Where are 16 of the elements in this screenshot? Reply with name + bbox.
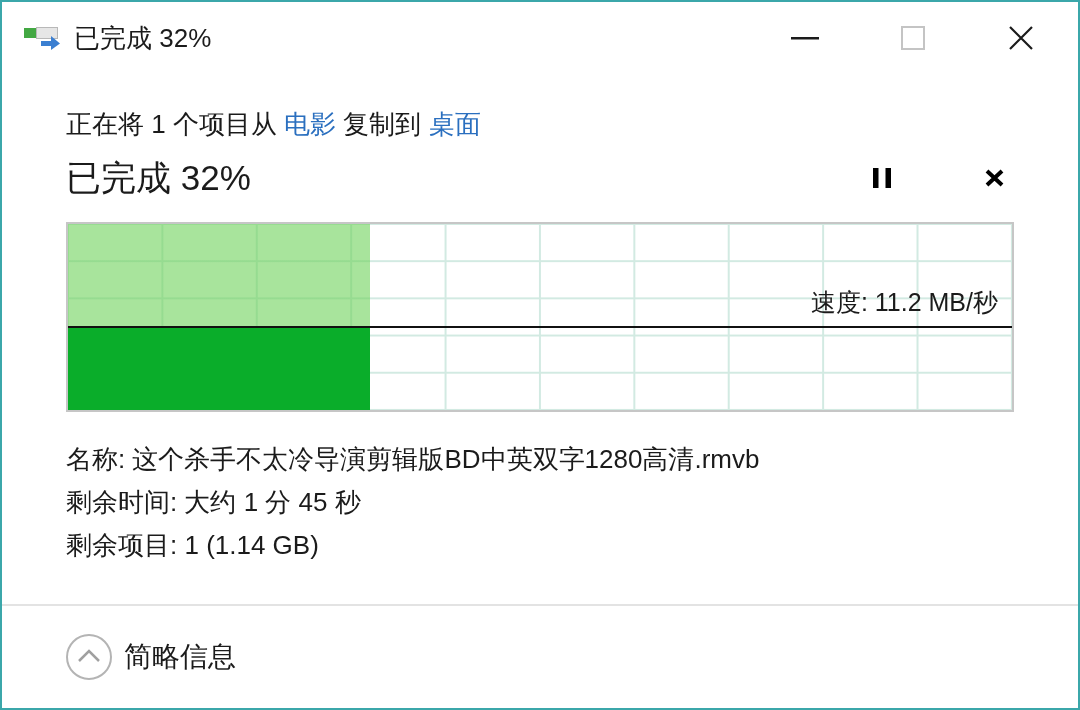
- pause-icon: [873, 168, 891, 188]
- maximize-icon: [901, 26, 925, 50]
- close-icon: [1009, 26, 1033, 50]
- speed-label: 速度: 11.2 MB/秒: [810, 287, 998, 318]
- transfer-icon: [24, 26, 60, 50]
- detail-text: 名称: 这个杀手不太冷导演剪辑版BD中英双字1280高清.rmvb: [66, 443, 761, 476]
- progress-heading: 已完成 32%: [66, 157, 252, 199]
- detail-text: 剩余时间: 大约 1 分 45 秒: [66, 486, 362, 519]
- window-title: 已完成 32%: [74, 22, 213, 55]
- close-icon: [984, 169, 1004, 187]
- minimize-icon: [791, 36, 819, 40]
- copy-description: 正在将 1 个项目从 电影 复制到 桌面: [66, 108, 482, 141]
- folder-link[interactable]: 电影: [284, 109, 337, 139]
- folder-link[interactable]: 桌面: [428, 109, 481, 139]
- details-toggle[interactable]: 简略信息: [66, 634, 236, 680]
- detail-text: 剩余项目: 1 (1.14 GB): [66, 529, 320, 562]
